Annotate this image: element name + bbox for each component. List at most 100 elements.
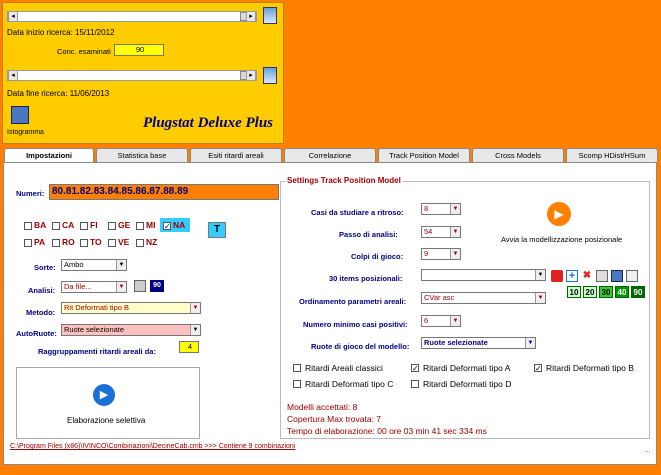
- chevron-down-icon[interactable]: ▼: [450, 204, 460, 214]
- raggr-input[interactable]: 4: [179, 341, 199, 353]
- checkbox-ge[interactable]: [108, 222, 116, 230]
- file-path-link[interactable]: C:\Program Files (x86)\IVINCO\Combinazio…: [10, 443, 295, 450]
- minimo-value: 6: [424, 316, 429, 325]
- ruota-label-na: NA: [173, 220, 186, 230]
- delete-icon[interactable]: ✖: [581, 270, 593, 282]
- scroll-left-icon[interactable]: ◂: [8, 71, 18, 80]
- calendar-icon[interactable]: [263, 7, 277, 24]
- ruota-label-mi: MI: [146, 220, 156, 230]
- minimo-select[interactable]: 6 ▼: [421, 315, 461, 327]
- checkbox-pa[interactable]: [24, 239, 32, 247]
- tab-scomp[interactable]: Scomp HDist/HSum: [566, 148, 658, 162]
- chevron-down-icon[interactable]: ▼: [535, 293, 545, 303]
- date-range-panel: ◂ ▸ Data inizio ricerca: 15/11/2012 Conc…: [2, 2, 284, 144]
- scroll-right-icon[interactable]: ▸: [246, 71, 256, 80]
- metodo-select[interactable]: Rit Deformati tipo B ▼: [61, 302, 201, 314]
- end-date-scrollbar[interactable]: ◂ ▸: [7, 70, 257, 81]
- play-icon[interactable]: ▶: [93, 384, 115, 406]
- chevron-down-icon[interactable]: ▼: [116, 260, 126, 270]
- scroll-left-icon[interactable]: ◂: [8, 12, 18, 21]
- chevron-down-icon[interactable]: ▼: [525, 338, 535, 348]
- conc-label: Conc. esaminati: [57, 47, 111, 56]
- chk-label-classici: Ritardi Areali classici: [305, 363, 383, 373]
- passo-select[interactable]: 54 ▼: [421, 226, 461, 238]
- ruota-label-fi: FI: [90, 220, 98, 230]
- play-icon[interactable]: ▶: [547, 202, 571, 226]
- checkbox-to[interactable]: [80, 239, 88, 247]
- checkbox-ro[interactable]: [52, 239, 60, 247]
- checkbox-ve[interactable]: [108, 239, 116, 247]
- chevron-down-icon[interactable]: ▼: [450, 249, 460, 259]
- checkbox-ca[interactable]: [52, 222, 60, 230]
- chevron-down-icon[interactable]: ▼: [190, 325, 200, 335]
- tab-track-position-model[interactable]: Track Position Model: [378, 148, 470, 162]
- grid-icon[interactable]: [596, 270, 608, 282]
- numeri-input[interactable]: 80.81.82.83.84.85.86.87.88.89: [49, 184, 279, 200]
- elaborazione-label: Elaborazione selettiva: [67, 416, 146, 425]
- elaborazione-box: ▶ Elaborazione selettiva: [16, 367, 200, 439]
- colpi-select[interactable]: 9 ▼: [421, 248, 461, 260]
- num-button-10[interactable]: 10: [567, 286, 581, 298]
- conc-input[interactable]: 90: [114, 44, 164, 56]
- ordinamento-select[interactable]: CVar asc ▼: [421, 292, 546, 304]
- analisi-count: 90: [150, 280, 164, 292]
- checkbox-ritardi-deformati-b[interactable]: ✓: [534, 364, 542, 373]
- tab-cross-models[interactable]: Cross Models: [472, 148, 564, 162]
- tab-esiti-ritardi-areali[interactable]: Esiti ritardi areali: [190, 148, 282, 162]
- checkbox-nz[interactable]: [136, 239, 144, 247]
- ordinamento-value: CVar asc: [424, 293, 455, 302]
- t-button[interactable]: T: [208, 222, 226, 238]
- tab-statistica-base[interactable]: Statistica base: [96, 148, 188, 162]
- calendar-icon[interactable]: [263, 67, 277, 84]
- ruote-gioco-select[interactable]: Ruote selezionate ▼: [421, 337, 536, 349]
- metodo-label: Metodo:: [26, 308, 56, 317]
- start-date-scrollbar[interactable]: ◂ ▸: [7, 11, 257, 22]
- scroll-right-icon[interactable]: ▸: [246, 12, 256, 21]
- chevron-down-icon[interactable]: ▼: [190, 303, 200, 313]
- items-select[interactable]: ▼: [421, 269, 546, 281]
- checkbox-ritardi-deformati-c[interactable]: [293, 380, 301, 388]
- checkbox-ritardi-deformati-d[interactable]: [411, 380, 419, 388]
- autoruote-select[interactable]: Ruote selezionate ▼: [61, 324, 201, 336]
- edit-icon[interactable]: [626, 270, 638, 282]
- tab-impostazioni[interactable]: Impostazioni: [4, 148, 94, 163]
- chk-label-b: Ritardi Deformati tipo B: [546, 363, 634, 373]
- chevron-down-icon[interactable]: ▼: [535, 270, 545, 280]
- chevron-down-icon[interactable]: ▼: [450, 316, 460, 326]
- num-button-20[interactable]: 20: [583, 286, 597, 298]
- analisi-select[interactable]: Da file... ▼: [61, 281, 127, 293]
- calculator-icon[interactable]: [134, 280, 146, 292]
- casi-label: Casi da studiare a ritroso:: [311, 208, 404, 217]
- sorte-value: Ambo: [64, 260, 84, 269]
- tab-correlazione[interactable]: Correlazione: [284, 148, 376, 162]
- casi-select[interactable]: 8 ▼: [421, 203, 461, 215]
- checkbox-ritardi-areali-classici[interactable]: [293, 364, 301, 372]
- checkbox-ba[interactable]: [24, 222, 32, 230]
- histogram-icon[interactable]: [11, 106, 29, 124]
- autoruote-label: AutoRuote:: [16, 329, 57, 338]
- start-date-label: Data inizio ricerca: 15/11/2012: [7, 28, 115, 37]
- chevron-down-icon[interactable]: ▼: [116, 282, 126, 292]
- save-icon[interactable]: [611, 270, 623, 282]
- checkbox-na[interactable]: ✓: [163, 222, 171, 231]
- istogramma-label: Istogramma: [7, 129, 44, 136]
- num-button-90[interactable]: 90: [631, 286, 645, 298]
- ruota-label-ro: RO: [62, 237, 75, 247]
- sorte-select[interactable]: Ambo ▼: [61, 259, 127, 271]
- avvia-label: Avvia la modellizzazione posizionale: [501, 235, 623, 244]
- checkbox-fi[interactable]: [80, 222, 88, 230]
- chevron-down-icon[interactable]: ▼: [450, 227, 460, 237]
- dice-icon[interactable]: [551, 270, 563, 282]
- chk-label-c: Ritardi Deformati tipo C: [305, 379, 394, 389]
- add-icon[interactable]: +: [566, 270, 578, 282]
- checkbox-ritardi-deformati-a[interactable]: ✓: [411, 364, 419, 373]
- settings-panel: Numeri: 80.81.82.83.84.85.86.87.88.89 BA…: [3, 162, 657, 465]
- colpi-label: Colpi di gioco:: [351, 252, 404, 261]
- ruota-label-nz: NZ: [146, 237, 158, 247]
- checkbox-mi[interactable]: [136, 222, 144, 230]
- metodo-value: Rit Deformati tipo B: [64, 303, 130, 312]
- tab-bar: Impostazioni Statistica base Esiti ritar…: [0, 148, 661, 163]
- num-button-30[interactable]: 30: [599, 286, 613, 298]
- num-button-40[interactable]: 40: [615, 286, 629, 298]
- ruote-gioco-label: Ruote di gioco del modello:: [311, 342, 410, 351]
